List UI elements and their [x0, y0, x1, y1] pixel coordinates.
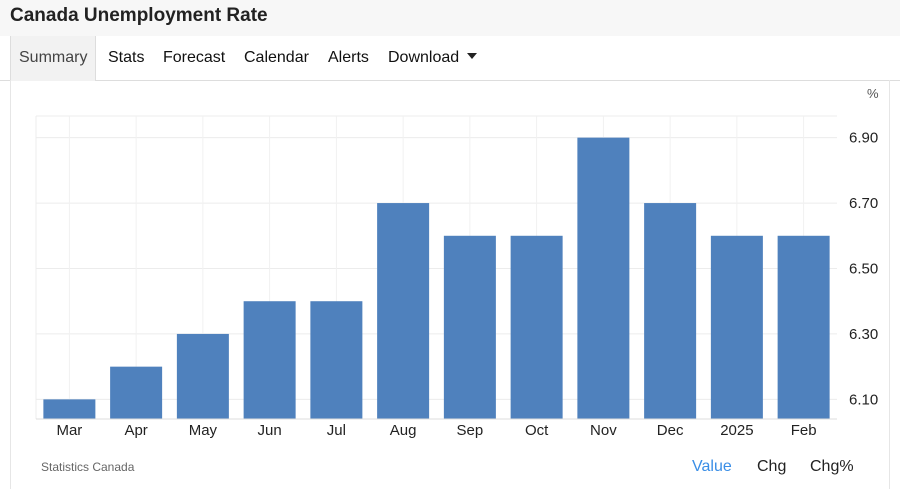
- bar: [110, 366, 163, 419]
- bar: [176, 333, 229, 419]
- bar: [644, 203, 697, 419]
- x-tick-label: May: [189, 422, 218, 439]
- bar: [510, 235, 563, 419]
- view-chg-toggle[interactable]: Chg: [757, 458, 786, 476]
- x-tick-label: Apr: [124, 422, 147, 439]
- y-tick-label: 6.50: [849, 261, 878, 278]
- tab-calendar-label: Calendar: [244, 49, 309, 66]
- x-tick-label: Sep: [457, 422, 484, 439]
- x-tick-label: Oct: [525, 422, 549, 439]
- tabs-bar: Summary Stats Forecast Calendar Alerts D…: [0, 36, 900, 81]
- source-label: Statistics Canada: [41, 460, 135, 474]
- x-tick-label: 2025: [720, 422, 753, 439]
- view-value-toggle[interactable]: Value: [692, 458, 732, 476]
- tab-download[interactable]: Download: [388, 36, 478, 80]
- y-tick-label: 6.90: [849, 130, 878, 147]
- caret-down-icon: [467, 53, 478, 59]
- tab-calendar[interactable]: Calendar: [244, 36, 309, 80]
- tab-alerts[interactable]: Alerts: [328, 36, 369, 80]
- bar: [377, 203, 430, 419]
- x-tick-label: Jul: [327, 422, 346, 439]
- bar: [310, 301, 363, 419]
- y-tick-label: 6.10: [849, 391, 878, 408]
- bar: [710, 235, 763, 419]
- view-chg-pct-toggle[interactable]: Chg%: [810, 458, 854, 476]
- bar-chart: Mar Apr May Jun Jul Aug Sep Oct Nov Dec 2025 Feb 6.1…: [35, 86, 879, 439]
- bar: [577, 137, 630, 419]
- tab-stats-label: Stats: [108, 49, 145, 66]
- chart-frame: Mar Apr May Jun Jul Aug Sep Oct Nov Dec 2025 Feb 6.1…: [10, 80, 890, 489]
- bar: [777, 235, 830, 419]
- y-tick-label: 6.30: [849, 326, 878, 343]
- x-tick-label: Dec: [657, 422, 684, 439]
- x-tick-label: Mar: [56, 422, 82, 439]
- tab-alerts-label: Alerts: [328, 49, 369, 66]
- tab-summary-label: Summary: [19, 49, 88, 66]
- tab-summary[interactable]: Summary: [10, 36, 97, 81]
- bar: [243, 301, 296, 419]
- y-tick-label: 6.70: [849, 195, 878, 212]
- tab-forecast-label: Forecast: [163, 49, 226, 66]
- tab-download-label: Download: [388, 49, 460, 66]
- page-header: Canada Unemployment Rate: [0, 0, 900, 37]
- tab-stats[interactable]: Stats: [108, 36, 144, 80]
- bar: [443, 235, 496, 419]
- x-tick-label: Jun: [258, 422, 282, 439]
- bar: [43, 399, 96, 419]
- x-tick-label: Feb: [791, 422, 817, 439]
- tab-forecast[interactable]: Forecast: [163, 36, 225, 80]
- page-title: Canada Unemployment Rate: [10, 5, 268, 26]
- x-tick-label: Aug: [390, 422, 417, 439]
- y-axis-unit-label: %: [867, 86, 879, 101]
- x-tick-label: Nov: [590, 422, 617, 439]
